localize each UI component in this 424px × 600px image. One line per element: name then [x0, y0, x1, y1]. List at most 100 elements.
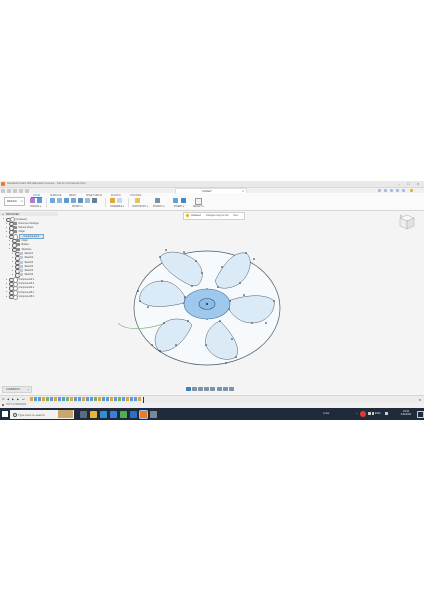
expand-icon[interactable]: ▸ [6, 230, 7, 233]
tab-utilities[interactable]: UTILITIES [130, 194, 141, 197]
timeline-feature[interactable] [74, 397, 77, 401]
play-icon[interactable]: ▶ [12, 398, 14, 401]
chrome-icon[interactable] [120, 410, 127, 418]
step-forward-icon[interactable]: ▶ [17, 398, 19, 401]
tab-mesh[interactable]: MESH [69, 194, 76, 197]
center-point[interactable] [206, 303, 208, 305]
save-icon[interactable] [13, 188, 17, 193]
expand-icon[interactable]: ▸ [12, 265, 13, 268]
sketch-point[interactable] [184, 296, 186, 298]
decal-icon[interactable] [181, 198, 186, 203]
extensions-icon[interactable] [384, 189, 387, 192]
timeline-feature[interactable] [50, 397, 53, 401]
go-to-end-icon[interactable]: ⏭ [22, 398, 24, 401]
sketch-point[interactable] [245, 252, 247, 254]
redo-icon[interactable] [25, 188, 29, 193]
group-inspect[interactable]: INSPECT ▾ [153, 205, 165, 208]
expand-icon[interactable]: ▸ [9, 239, 10, 242]
expand-icon[interactable]: ▸ [6, 286, 7, 289]
notifications-icon[interactable] [396, 189, 399, 192]
collapse-icon[interactable]: ◂ [2, 213, 3, 216]
expand-icon[interactable]: ▸ [12, 269, 13, 272]
sketch-point[interactable] [243, 294, 245, 296]
timeline-settings-icon[interactable]: ⚙ [418, 398, 421, 402]
group-select[interactable]: SELECT ▾ [193, 205, 204, 208]
timeline-feature[interactable] [134, 397, 137, 401]
measure-icon[interactable] [155, 198, 160, 203]
add-comment-icon[interactable]: + [27, 388, 29, 391]
fillet-icon[interactable] [71, 198, 76, 203]
sketch-point[interactable] [165, 249, 167, 251]
combine-icon[interactable] [85, 198, 90, 203]
go-to-start-icon[interactable]: ⏮ [2, 398, 4, 401]
timeline-feature[interactable] [86, 397, 89, 401]
insert-icon[interactable] [173, 198, 178, 203]
display-settings-icon[interactable] [217, 386, 222, 391]
expand-icon[interactable]: ▸ [6, 290, 7, 293]
group-create[interactable]: CREATE ▾ [30, 205, 41, 208]
windows-start-icon[interactable] [2, 411, 8, 417]
group-construct[interactable]: CONSTRUCT ▾ [132, 205, 148, 208]
battery-icon[interactable] [385, 412, 388, 415]
timeline-marker[interactable] [143, 396, 144, 403]
sketch-point[interactable] [159, 256, 161, 258]
sketch-point[interactable] [183, 251, 185, 253]
sketch-point[interactable] [175, 344, 177, 346]
volume-icon[interactable] [371, 412, 375, 415]
sketch-point[interactable] [159, 350, 161, 352]
fit-icon[interactable] [210, 386, 215, 391]
expand-icon[interactable]: ▸ [12, 256, 13, 259]
new-tab-icon[interactable] [378, 189, 381, 192]
comments-panel[interactable]: COMMENTS + [2, 386, 32, 393]
new-component-icon[interactable] [30, 198, 35, 203]
network-icon[interactable] [368, 412, 371, 415]
orbit-icon[interactable] [186, 386, 191, 391]
sketch-point[interactable] [195, 260, 197, 262]
timeline-feature[interactable] [126, 397, 129, 401]
extrude-icon[interactable] [50, 198, 55, 203]
account-avatar[interactable] [410, 189, 413, 192]
sketch-point[interactable] [161, 280, 163, 282]
store-icon[interactable] [110, 410, 117, 418]
file-explorer-icon[interactable] [90, 410, 97, 418]
sketch-point[interactable] [231, 338, 233, 340]
sketch-point[interactable] [273, 300, 275, 302]
edge-icon[interactable] [100, 410, 107, 418]
as-built-joint-icon[interactable] [117, 198, 122, 203]
expand-icon[interactable]: ▸ [6, 222, 7, 225]
notification-center-icon[interactable] [417, 411, 424, 418]
workspace-switcher[interactable]: DESIGN ▾ [4, 197, 25, 206]
sketch-point[interactable] [187, 320, 189, 322]
timeline-feature[interactable] [46, 397, 49, 401]
timeline-feature[interactable] [138, 397, 141, 401]
timeline-feature[interactable] [34, 397, 37, 401]
expand-icon[interactable]: ▸ [12, 252, 13, 255]
timeline-feature[interactable] [114, 397, 117, 401]
sketch-point[interactable] [137, 290, 139, 292]
timeline-feature[interactable] [122, 397, 125, 401]
weather-widget[interactable]: Links [323, 412, 329, 415]
move-icon[interactable] [92, 198, 97, 203]
help-icon[interactable] [402, 189, 405, 192]
save-link[interactable]: Save [233, 214, 238, 217]
tab-sheet-metal[interactable]: SHEET METAL [86, 194, 102, 197]
timeline-feature[interactable] [110, 397, 113, 401]
expand-icon[interactable]: ▸ [12, 260, 13, 263]
home-icon[interactable] [399, 214, 403, 218]
sketch-canvas[interactable] [100, 241, 300, 386]
timeline-feature[interactable] [42, 397, 45, 401]
job-status-icon[interactable] [390, 189, 393, 192]
group-modify[interactable]: MODIFY ▾ [72, 205, 83, 208]
window-controls[interactable]: – ☐ ✕ [398, 182, 422, 186]
timeline-feature[interactable] [70, 397, 73, 401]
sketch-point[interactable] [147, 306, 149, 308]
browser-header[interactable]: ◂ BROWSER [0, 212, 58, 216]
hole-icon[interactable] [64, 198, 69, 203]
settings-icon[interactable] [150, 410, 157, 418]
sketch-point[interactable] [163, 322, 165, 324]
sketch-point[interactable] [217, 286, 219, 288]
tab-plastic[interactable]: PLASTIC [111, 194, 121, 197]
sketch-point[interactable] [265, 322, 267, 324]
sketch-point[interactable] [251, 322, 253, 324]
expand-icon[interactable]: ▸ [6, 282, 7, 285]
